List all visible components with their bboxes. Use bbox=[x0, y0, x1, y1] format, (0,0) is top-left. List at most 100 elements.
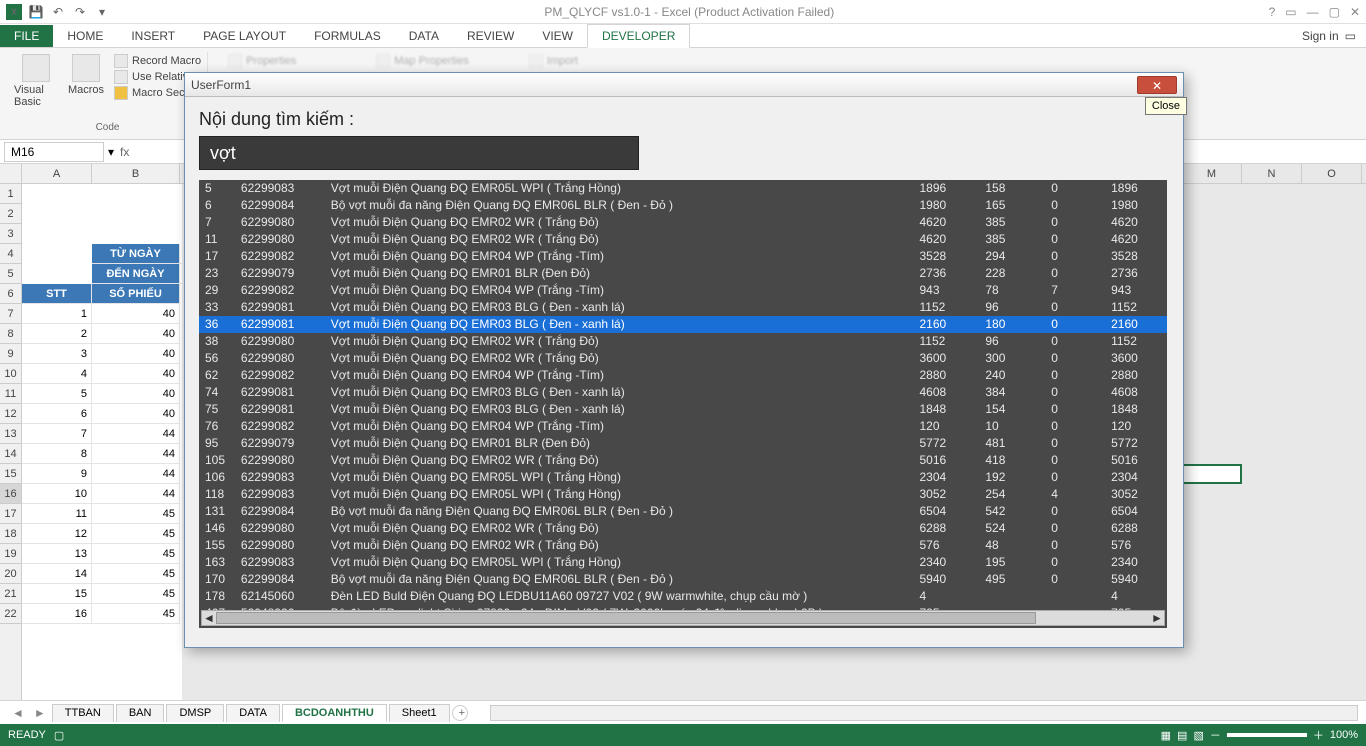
cell[interactable]: 45 bbox=[92, 584, 180, 604]
macros-button[interactable]: Macros bbox=[64, 54, 108, 108]
col-B[interactable]: B bbox=[92, 164, 180, 183]
cell[interactable]: 4 bbox=[22, 364, 92, 384]
qat-dropdown-icon[interactable]: ▾ bbox=[94, 4, 110, 20]
list-item[interactable]: 762299080Vợt muỗi Điện Quang ĐQ EMR02 WR… bbox=[199, 214, 1167, 231]
sheet-tab-bcdoanhthu[interactable]: BCDOANHTHU bbox=[282, 704, 387, 722]
row-header[interactable]: 7 bbox=[0, 304, 21, 324]
results-list[interactable]: 562299083Vợt muỗi Điện Quang ĐQ EMR05L W… bbox=[199, 180, 1167, 628]
scroll-left-icon[interactable]: ◄ bbox=[202, 611, 216, 625]
close-window-icon[interactable]: ✕ bbox=[1350, 5, 1360, 19]
row-header[interactable]: 5 bbox=[0, 264, 21, 284]
horizontal-scrollbar[interactable] bbox=[490, 705, 1358, 721]
col-N[interactable]: N bbox=[1242, 164, 1302, 183]
list-item[interactable]: 10662299083Vợt muỗi Điện Quang ĐQ EMR05L… bbox=[199, 469, 1167, 486]
cell[interactable]: 44 bbox=[92, 484, 180, 504]
cell[interactable]: 45 bbox=[92, 604, 180, 624]
row-header[interactable]: 19 bbox=[0, 544, 21, 564]
cell[interactable]: 45 bbox=[92, 564, 180, 584]
list-item[interactable]: 10562299080Vợt muỗi Điện Quang ĐQ EMR02 … bbox=[199, 452, 1167, 469]
minimize-icon[interactable]: ― bbox=[1307, 5, 1319, 19]
list-item[interactable]: 16362299083Vợt muỗi Điện Quang ĐQ EMR05L… bbox=[199, 554, 1167, 571]
zoom-in-icon[interactable]: ＋ bbox=[1313, 727, 1324, 743]
ribbon-display-icon[interactable]: ▭ bbox=[1285, 5, 1296, 19]
list-item[interactable]: 662299084Bộ vợt muỗi đa năng Điện Quang … bbox=[199, 197, 1167, 214]
sheet-tab-ban[interactable]: BAN bbox=[116, 704, 165, 722]
row-header[interactable]: 8 bbox=[0, 324, 21, 344]
cell[interactable]: TỪ NGÀY bbox=[92, 244, 180, 264]
ribbon-tab-view[interactable]: VIEW bbox=[528, 25, 587, 47]
list-item[interactable]: 562299083Vợt muỗi Điện Quang ĐQ EMR05L W… bbox=[199, 180, 1167, 197]
ribbon-tab-formulas[interactable]: FORMULAS bbox=[300, 25, 395, 47]
row-header[interactable]: 17 bbox=[0, 504, 21, 524]
row-header[interactable]: 13 bbox=[0, 424, 21, 444]
cell[interactable]: 40 bbox=[92, 304, 180, 324]
list-item[interactable]: 14662299080Vợt muỗi Điện Quang ĐQ EMR02 … bbox=[199, 520, 1167, 537]
list-item[interactable]: 6262299082Vợt muỗi Điện Quang ĐQ EMR04 W… bbox=[199, 367, 1167, 384]
view-page-icon[interactable]: ▤ bbox=[1177, 729, 1187, 742]
ribbon-tab-data[interactable]: DATA bbox=[395, 25, 453, 47]
ribbon-tab-developer[interactable]: DEVELOPER bbox=[587, 24, 690, 48]
list-item[interactable]: 17062299084Bộ vợt muỗi đa năng Điện Quan… bbox=[199, 571, 1167, 588]
userform-title-bar[interactable]: UserForm1 ✕ bbox=[185, 73, 1183, 97]
restore-icon[interactable]: ▢ bbox=[1329, 5, 1340, 19]
list-item[interactable]: 7462299081Vợt muỗi Điện Quang ĐQ EMR03 B… bbox=[199, 384, 1167, 401]
tab-nav-next-icon[interactable]: ► bbox=[30, 706, 50, 720]
col-O[interactable]: O bbox=[1302, 164, 1362, 183]
sheet-tab-ttban[interactable]: TTBAN bbox=[52, 704, 114, 722]
view-normal-icon[interactable]: ▦ bbox=[1161, 729, 1171, 742]
ribbon-tab-home[interactable]: HOME bbox=[53, 25, 117, 47]
zoom-slider[interactable] bbox=[1227, 733, 1307, 737]
undo-icon[interactable]: ↶ bbox=[50, 4, 66, 20]
record-macro-button[interactable]: Record Macro bbox=[114, 54, 201, 68]
cell[interactable]: 14 bbox=[22, 564, 92, 584]
list-item[interactable]: 3362299081Vợt muỗi Điện Quang ĐQ EMR03 B… bbox=[199, 299, 1167, 316]
list-item[interactable]: 3662299081Vợt muỗi Điện Quang ĐQ EMR03 B… bbox=[199, 316, 1167, 333]
row-header[interactable]: 4 bbox=[0, 244, 21, 264]
fx-icon[interactable]: fx bbox=[114, 145, 135, 159]
list-item[interactable]: 1762299082Vợt muỗi Điện Quang ĐQ EMR04 W… bbox=[199, 248, 1167, 265]
cell[interactable]: 45 bbox=[92, 504, 180, 524]
cell[interactable]: 40 bbox=[92, 344, 180, 364]
cell[interactable]: 44 bbox=[92, 444, 180, 464]
cell[interactable]: 40 bbox=[92, 404, 180, 424]
redo-icon[interactable]: ↷ bbox=[72, 4, 88, 20]
list-item[interactable]: 9562299079Vợt muỗi Điện Quang ĐQ EMR01 B… bbox=[199, 435, 1167, 452]
properties-button[interactable]: Properties bbox=[228, 54, 296, 68]
cell[interactable]: 6 bbox=[22, 404, 92, 424]
sheet-tab-dmsp[interactable]: DMSP bbox=[166, 704, 224, 722]
ribbon-tab-insert[interactable]: INSERT bbox=[117, 25, 189, 47]
zoom-level[interactable]: 100% bbox=[1330, 729, 1358, 741]
cell[interactable]: 40 bbox=[92, 364, 180, 384]
ribbon-tab-review[interactable]: REVIEW bbox=[453, 25, 528, 47]
cell[interactable]: 40 bbox=[92, 384, 180, 404]
list-item[interactable]: 7562299081Vợt muỗi Điện Quang ĐQ EMR03 B… bbox=[199, 401, 1167, 418]
help-icon[interactable]: ? bbox=[1269, 5, 1276, 19]
list-scrollbar[interactable]: ◄ ► bbox=[201, 610, 1165, 626]
list-item[interactable]: 15562299080Vợt muỗi Điện Quang ĐQ EMR02 … bbox=[199, 537, 1167, 554]
cell[interactable]: SỐ PHIẾU bbox=[92, 284, 180, 304]
cell[interactable]: STT bbox=[22, 284, 92, 304]
cell[interactable]: ĐẾN NGÀY bbox=[92, 264, 180, 284]
col-M[interactable]: M bbox=[1182, 164, 1242, 183]
row-header[interactable]: 1 bbox=[0, 184, 21, 204]
cell[interactable]: 13 bbox=[22, 544, 92, 564]
sheet-tab-data[interactable]: DATA bbox=[226, 704, 280, 722]
cell[interactable]: 2 bbox=[22, 324, 92, 344]
cell[interactable]: 10 bbox=[22, 484, 92, 504]
row-header[interactable]: 18 bbox=[0, 524, 21, 544]
col-headers[interactable]: A B bbox=[22, 164, 182, 184]
row-header[interactable]: 3 bbox=[0, 224, 21, 244]
scroll-thumb[interactable] bbox=[216, 612, 1036, 624]
list-item[interactable]: 7662299082Vợt muỗi Điện Quang ĐQ EMR04 W… bbox=[199, 418, 1167, 435]
list-item[interactable]: 11862299083Vợt muỗi Điện Quang ĐQ EMR05L… bbox=[199, 486, 1167, 503]
view-break-icon[interactable]: ▧ bbox=[1193, 729, 1203, 742]
row-header[interactable]: 6 bbox=[0, 284, 21, 304]
list-item[interactable]: 3862299080Vợt muỗi Điện Quang ĐQ EMR02 W… bbox=[199, 333, 1167, 350]
cell[interactable]: 5 bbox=[22, 384, 92, 404]
row-header[interactable]: 10 bbox=[0, 364, 21, 384]
row-header[interactable]: 11 bbox=[0, 384, 21, 404]
row-header[interactable]: 2 bbox=[0, 204, 21, 224]
cell[interactable]: 44 bbox=[92, 424, 180, 444]
row-header[interactable]: 22 bbox=[0, 604, 21, 624]
search-input[interactable] bbox=[199, 136, 639, 170]
